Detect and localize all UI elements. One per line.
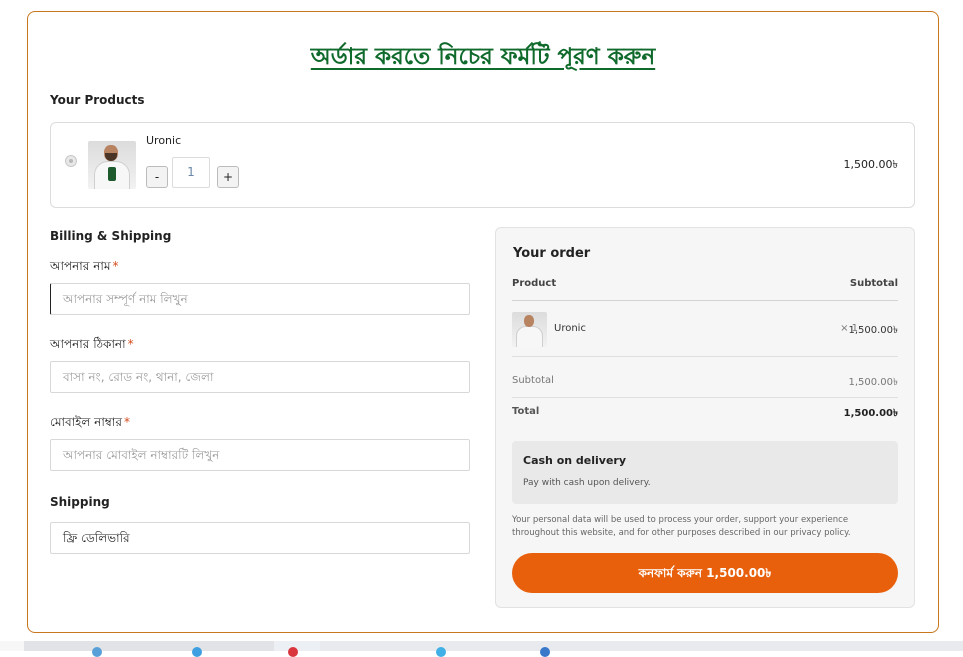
taskbar (0, 641, 963, 657)
privacy-note: Your personal data will be used to proce… (512, 515, 851, 538)
quantity-decrease-button[interactable]: - (146, 166, 168, 188)
order-item-thumbnail (512, 312, 547, 347)
payment-method-title: Cash on delivery (523, 454, 627, 467)
taskbar-app-icon[interactable] (92, 647, 102, 657)
billing-heading: Billing & Shipping (50, 229, 172, 243)
order-summary: Your order Product Subtotal Uronic × 1 1… (495, 227, 915, 608)
name-label: আপনার নাম * (50, 259, 119, 273)
col-product-header: Product (512, 278, 557, 289)
subtotal-label: Subtotal (512, 375, 554, 386)
shipping-method-field[interactable]: ফ্রি ডেলিভারি (50, 522, 470, 554)
product-price: 1,500.00৳ (843, 158, 898, 171)
products-heading: Your Products (50, 93, 145, 107)
product-name: Uronic (146, 134, 182, 147)
page-title: অর্ডার করতে নিচের ফর্মটি পূরণ করুন (310, 43, 656, 70)
total-label: Total (512, 406, 540, 417)
divider (512, 356, 898, 357)
col-subtotal-header: Subtotal (849, 278, 898, 289)
product-thumbnail (88, 141, 136, 189)
product-list: Uronic - 1 + 1,500.00৳ (50, 122, 915, 208)
taskbar-app-icon[interactable] (288, 647, 298, 657)
payment-method-description: Pay with cash upon delivery. (523, 478, 651, 488)
address-label: আপনার ঠিকানা * (50, 337, 134, 351)
confirm-order-button[interactable]: কনফার্ম করুন 1,500.00৳ (512, 553, 898, 593)
address-field[interactable]: বাসা নং, রোড নং, থানা, জেলা (50, 361, 470, 393)
quantity-input[interactable]: 1 (172, 157, 210, 188)
payment-method-panel[interactable]: Cash on delivery Pay with cash upon deli… (512, 441, 898, 504)
order-item-amount: 1,500.00৳ (848, 325, 898, 336)
required-mark: * (112, 259, 119, 273)
mobile-field[interactable]: আপনার মোবাইল নাম্বারটি লিখুন (50, 439, 470, 471)
checkout-form-card: অর্ডার করতে নিচের ফর্মটি পূরণ করুন Your … (27, 11, 939, 633)
name-field[interactable]: আপনার সম্পূর্ণ নাম লিখুন (50, 283, 470, 315)
order-item-name: Uronic (554, 323, 586, 334)
quantity-increase-button[interactable]: + (217, 166, 239, 188)
divider (512, 397, 898, 398)
shipping-heading: Shipping (50, 495, 110, 509)
product-radio[interactable] (65, 155, 77, 167)
taskbar-app-icon[interactable] (540, 647, 550, 657)
required-mark: * (127, 337, 134, 351)
divider (512, 300, 898, 301)
order-heading: Your order (513, 246, 591, 261)
taskbar-app-icon[interactable] (436, 647, 446, 657)
mobile-label: মোবাইল নাম্বার * (50, 415, 130, 429)
total-value: 1,500.00৳ (843, 408, 898, 419)
subtotal-value: 1,500.00৳ (848, 377, 898, 388)
taskbar-app-icon[interactable] (192, 647, 202, 657)
required-mark: * (123, 415, 130, 429)
